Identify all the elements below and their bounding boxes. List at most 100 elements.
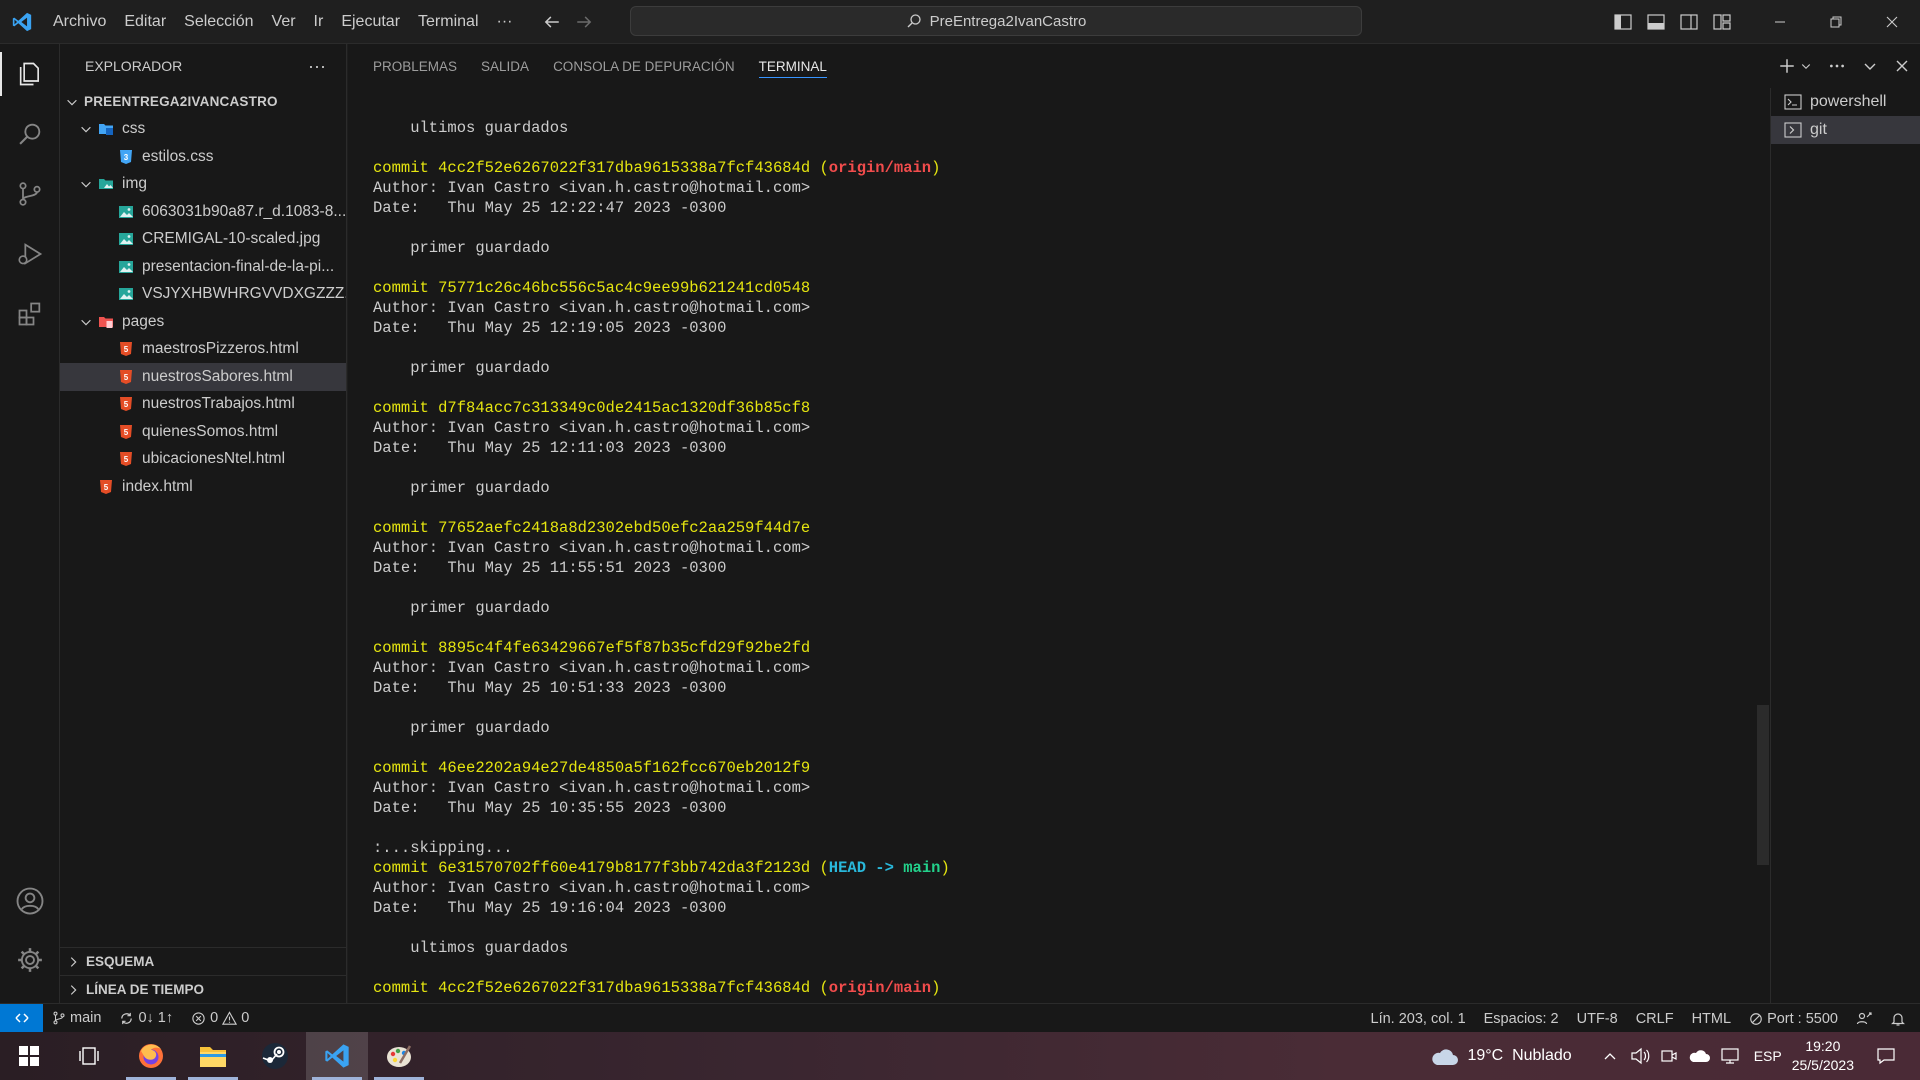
accounts-icon[interactable] xyxy=(0,871,60,931)
settings-gear-icon[interactable] xyxy=(0,930,60,990)
root-folder-label: PREENTREGA2IVANCASTRO xyxy=(84,94,278,110)
svg-text:5: 5 xyxy=(124,373,129,382)
end-of-line[interactable]: CRLF xyxy=(1627,1011,1683,1027)
remote-indicator[interactable] xyxy=(0,1003,43,1033)
timeline-section[interactable]: LÍNEA DE TIEMPO xyxy=(60,975,347,1003)
live-server-port[interactable]: Port : 5500 xyxy=(1740,1011,1847,1027)
tree-file[interactable]: 6063031b90a87.r_d.1083-8... xyxy=(60,198,346,226)
port-label: Port : 5500 xyxy=(1767,1010,1838,1027)
tree-file[interactable]: presentacion-final-de-la-pi... xyxy=(60,253,346,281)
volume-icon[interactable] xyxy=(1630,1047,1650,1065)
tree-file[interactable]: 5 maestrosPizzeros.html xyxy=(60,336,346,364)
toggle-panel-icon[interactable] xyxy=(1639,0,1672,44)
onedrive-icon[interactable] xyxy=(1688,1048,1710,1064)
more-actions-icon[interactable] xyxy=(1828,57,1846,75)
paint-app-icon[interactable] xyxy=(368,1032,430,1080)
tree-file[interactable]: 5 ubicacionesNtel.html xyxy=(60,446,346,474)
tab-problemas[interactable]: PROBLEMAS xyxy=(373,44,457,88)
chevron-right-icon xyxy=(66,983,80,997)
menu-more[interactable]: ··· xyxy=(488,0,522,44)
terminal-text: ultimos guardados xyxy=(373,119,569,137)
clock[interactable]: 19:20 25/5/2023 xyxy=(1792,1037,1854,1075)
firefox-icon[interactable] xyxy=(120,1032,182,1080)
outline-section[interactable]: ESQUEMA xyxy=(60,947,347,975)
tree-folder[interactable]: css xyxy=(60,116,346,144)
arrow-right-icon[interactable] xyxy=(575,13,593,31)
tree-folder[interactable]: img xyxy=(60,171,346,199)
run-debug-icon[interactable] xyxy=(0,224,60,284)
terminal-item-powershell[interactable]: powershell xyxy=(1771,88,1920,116)
explorer-more-actions[interactable]: ··· xyxy=(308,56,326,77)
feedback-icon[interactable] xyxy=(1847,1011,1881,1027)
warning-count: 0 xyxy=(241,1010,250,1026)
minimize-icon[interactable] xyxy=(1752,0,1808,44)
maximize-panel-icon[interactable] xyxy=(1862,58,1878,74)
folder-pages-icon xyxy=(98,314,114,330)
toggle-primary-sidebar-icon[interactable] xyxy=(1606,0,1639,44)
tab-consola-depuracion[interactable]: CONSOLA DE DEPURACIÓN xyxy=(553,44,735,88)
tree-file[interactable]: CREMIGAL-10-scaled.jpg xyxy=(60,226,346,254)
indentation[interactable]: Espacios: 2 xyxy=(1475,1011,1568,1027)
windows-start-icon[interactable] xyxy=(0,1032,58,1080)
customize-layout-icon[interactable] xyxy=(1705,0,1738,44)
menu-terminal[interactable]: Terminal xyxy=(409,0,487,44)
close-panel-icon[interactable] xyxy=(1894,58,1910,74)
menu-archivo[interactable]: Archivo xyxy=(44,0,115,44)
close-window-icon[interactable] xyxy=(1864,0,1920,44)
chevron-up-icon[interactable] xyxy=(1602,1048,1618,1064)
tree-folder[interactable]: pages xyxy=(60,308,346,336)
file-explorer-icon[interactable] xyxy=(182,1032,244,1080)
input-language[interactable]: ESP xyxy=(1754,1048,1782,1064)
cloud-weather-icon[interactable] xyxy=(1429,1045,1459,1067)
tree-file[interactable]: 5 index.html xyxy=(60,473,346,501)
branch-status[interactable]: main xyxy=(43,1010,110,1026)
menu-ejecutar[interactable]: Ejecutar xyxy=(332,0,409,44)
menu-editar[interactable]: Editar xyxy=(115,0,175,44)
error-count: 0 xyxy=(210,1010,219,1026)
sync-status[interactable]: 0↓ 1↑ xyxy=(110,1010,182,1026)
weather-text[interactable]: 19°C Nublado xyxy=(1467,1047,1571,1065)
tree-root-folder[interactable]: PREENTREGA2IVANCASTRO xyxy=(60,88,346,116)
vscode-taskbar-icon[interactable] xyxy=(306,1032,368,1080)
menu-ver[interactable]: Ver xyxy=(263,0,305,44)
meet-now-icon[interactable] xyxy=(1660,1047,1678,1065)
cursor-position[interactable]: Lín. 203, col. 1 xyxy=(1362,1011,1475,1027)
steam-icon[interactable] xyxy=(244,1032,306,1080)
task-view-icon[interactable] xyxy=(58,1032,120,1080)
terminal-item-git[interactable]: git xyxy=(1771,116,1920,144)
new-terminal-icon[interactable] xyxy=(1778,57,1796,75)
menu-ir[interactable]: Ir xyxy=(305,0,333,44)
tree-file[interactable]: VSJYXHBWHRGVVDXGZZZ... xyxy=(60,281,346,309)
chevron-down-icon[interactable] xyxy=(1800,60,1812,72)
tree-file[interactable]: 5 quienesSomos.html xyxy=(60,418,346,446)
notifications-bell-icon[interactable] xyxy=(1881,1011,1920,1027)
explorer-icon[interactable] xyxy=(0,44,60,104)
command-center-search[interactable]: PreEntrega2IvanCastro xyxy=(630,6,1362,36)
html5-file-icon: 5 xyxy=(98,479,114,495)
arrow-left-icon[interactable] xyxy=(543,13,561,31)
notification-center-icon[interactable] xyxy=(1876,1046,1896,1066)
tree-file[interactable]: 5 nuestrosSabores.html xyxy=(60,363,346,391)
extensions-icon[interactable] xyxy=(0,284,60,344)
language-mode[interactable]: HTML xyxy=(1683,1011,1740,1027)
toggle-secondary-sidebar-icon[interactable] xyxy=(1672,0,1705,44)
file-encoding[interactable]: UTF-8 xyxy=(1568,1011,1627,1027)
tree-file[interactable]: 5 nuestrosTrabajos.html xyxy=(60,391,346,419)
menu-seleccion[interactable]: Selección xyxy=(175,0,262,44)
tree-file[interactable]: 3 estilos.css xyxy=(60,143,346,171)
source-control-icon[interactable] xyxy=(0,164,60,224)
restore-icon[interactable] xyxy=(1808,0,1864,44)
network-icon[interactable] xyxy=(1720,1047,1740,1065)
tab-terminal[interactable]: TERMINAL xyxy=(758,44,828,88)
terminal-line: Date: Thu May 25 11:55:51 2023 -0300 xyxy=(373,558,1770,578)
search-view-icon[interactable] xyxy=(0,104,60,164)
tab-salida[interactable]: SALIDA xyxy=(481,44,529,88)
problems-status[interactable]: 0 0 xyxy=(182,1010,258,1026)
terminal-line: primer guardado xyxy=(373,598,1770,618)
terminal-output[interactable]: ultimos guardados commit 4cc2f52e6267022f… xyxy=(348,88,1770,1003)
terminal-text: ) xyxy=(931,159,941,177)
terminal-line: commit d7f84acc7c313349c0de2415ac1320df3… xyxy=(373,398,1770,418)
terminal-scrollbar[interactable] xyxy=(1757,705,1769,865)
